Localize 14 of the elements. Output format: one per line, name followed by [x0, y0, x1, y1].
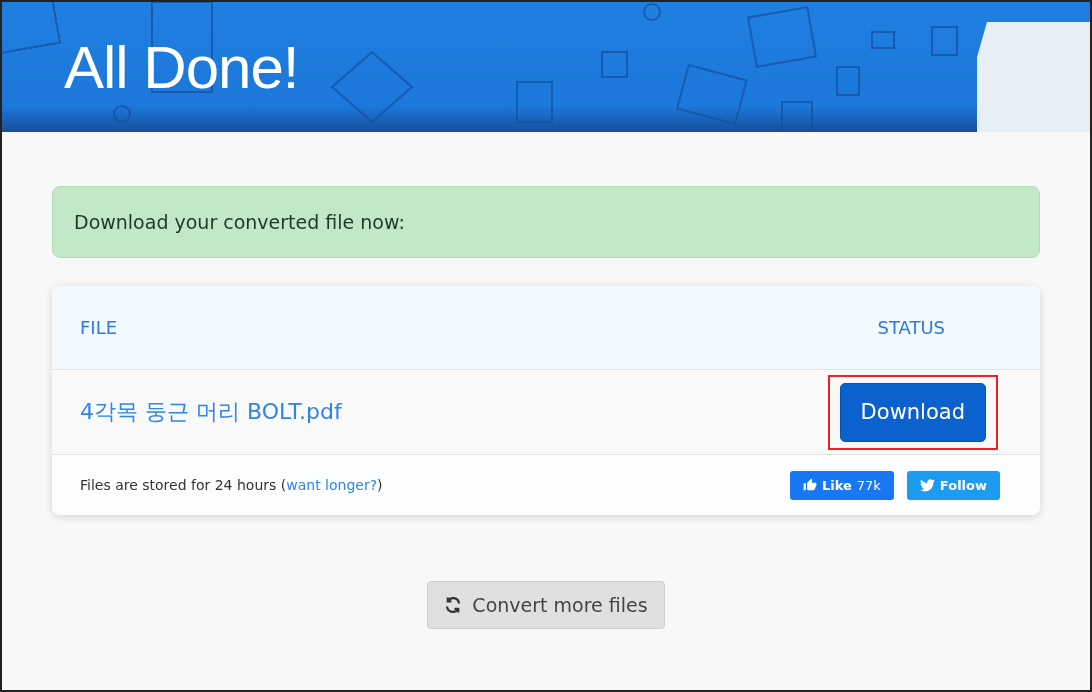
column-header: STATUS	[877, 317, 945, 338]
storage-note: Files are stored for 24 hours (want longer?)	[80, 477, 383, 493]
page-title: All Done!	[64, 32, 299, 102]
file-name-link[interactable]: 4각목 둥근 머리 BOLT.pdf	[80, 397, 342, 427]
follow-button[interactable]: Follow	[906, 470, 1000, 500]
convert-more-button[interactable]: Convert more files	[427, 581, 665, 629]
bird-icon	[919, 478, 935, 492]
thumbs-up-icon	[802, 478, 817, 492]
refresh-icon	[444, 596, 463, 614]
success-alert: Download your converted file now:	[52, 186, 1040, 258]
like-button[interactable]: Like 77k	[789, 470, 894, 500]
want-longer-link[interactable]: want longer?	[286, 477, 378, 493]
column-header: FILE	[80, 317, 118, 338]
download-button[interactable]: Download	[839, 382, 986, 442]
